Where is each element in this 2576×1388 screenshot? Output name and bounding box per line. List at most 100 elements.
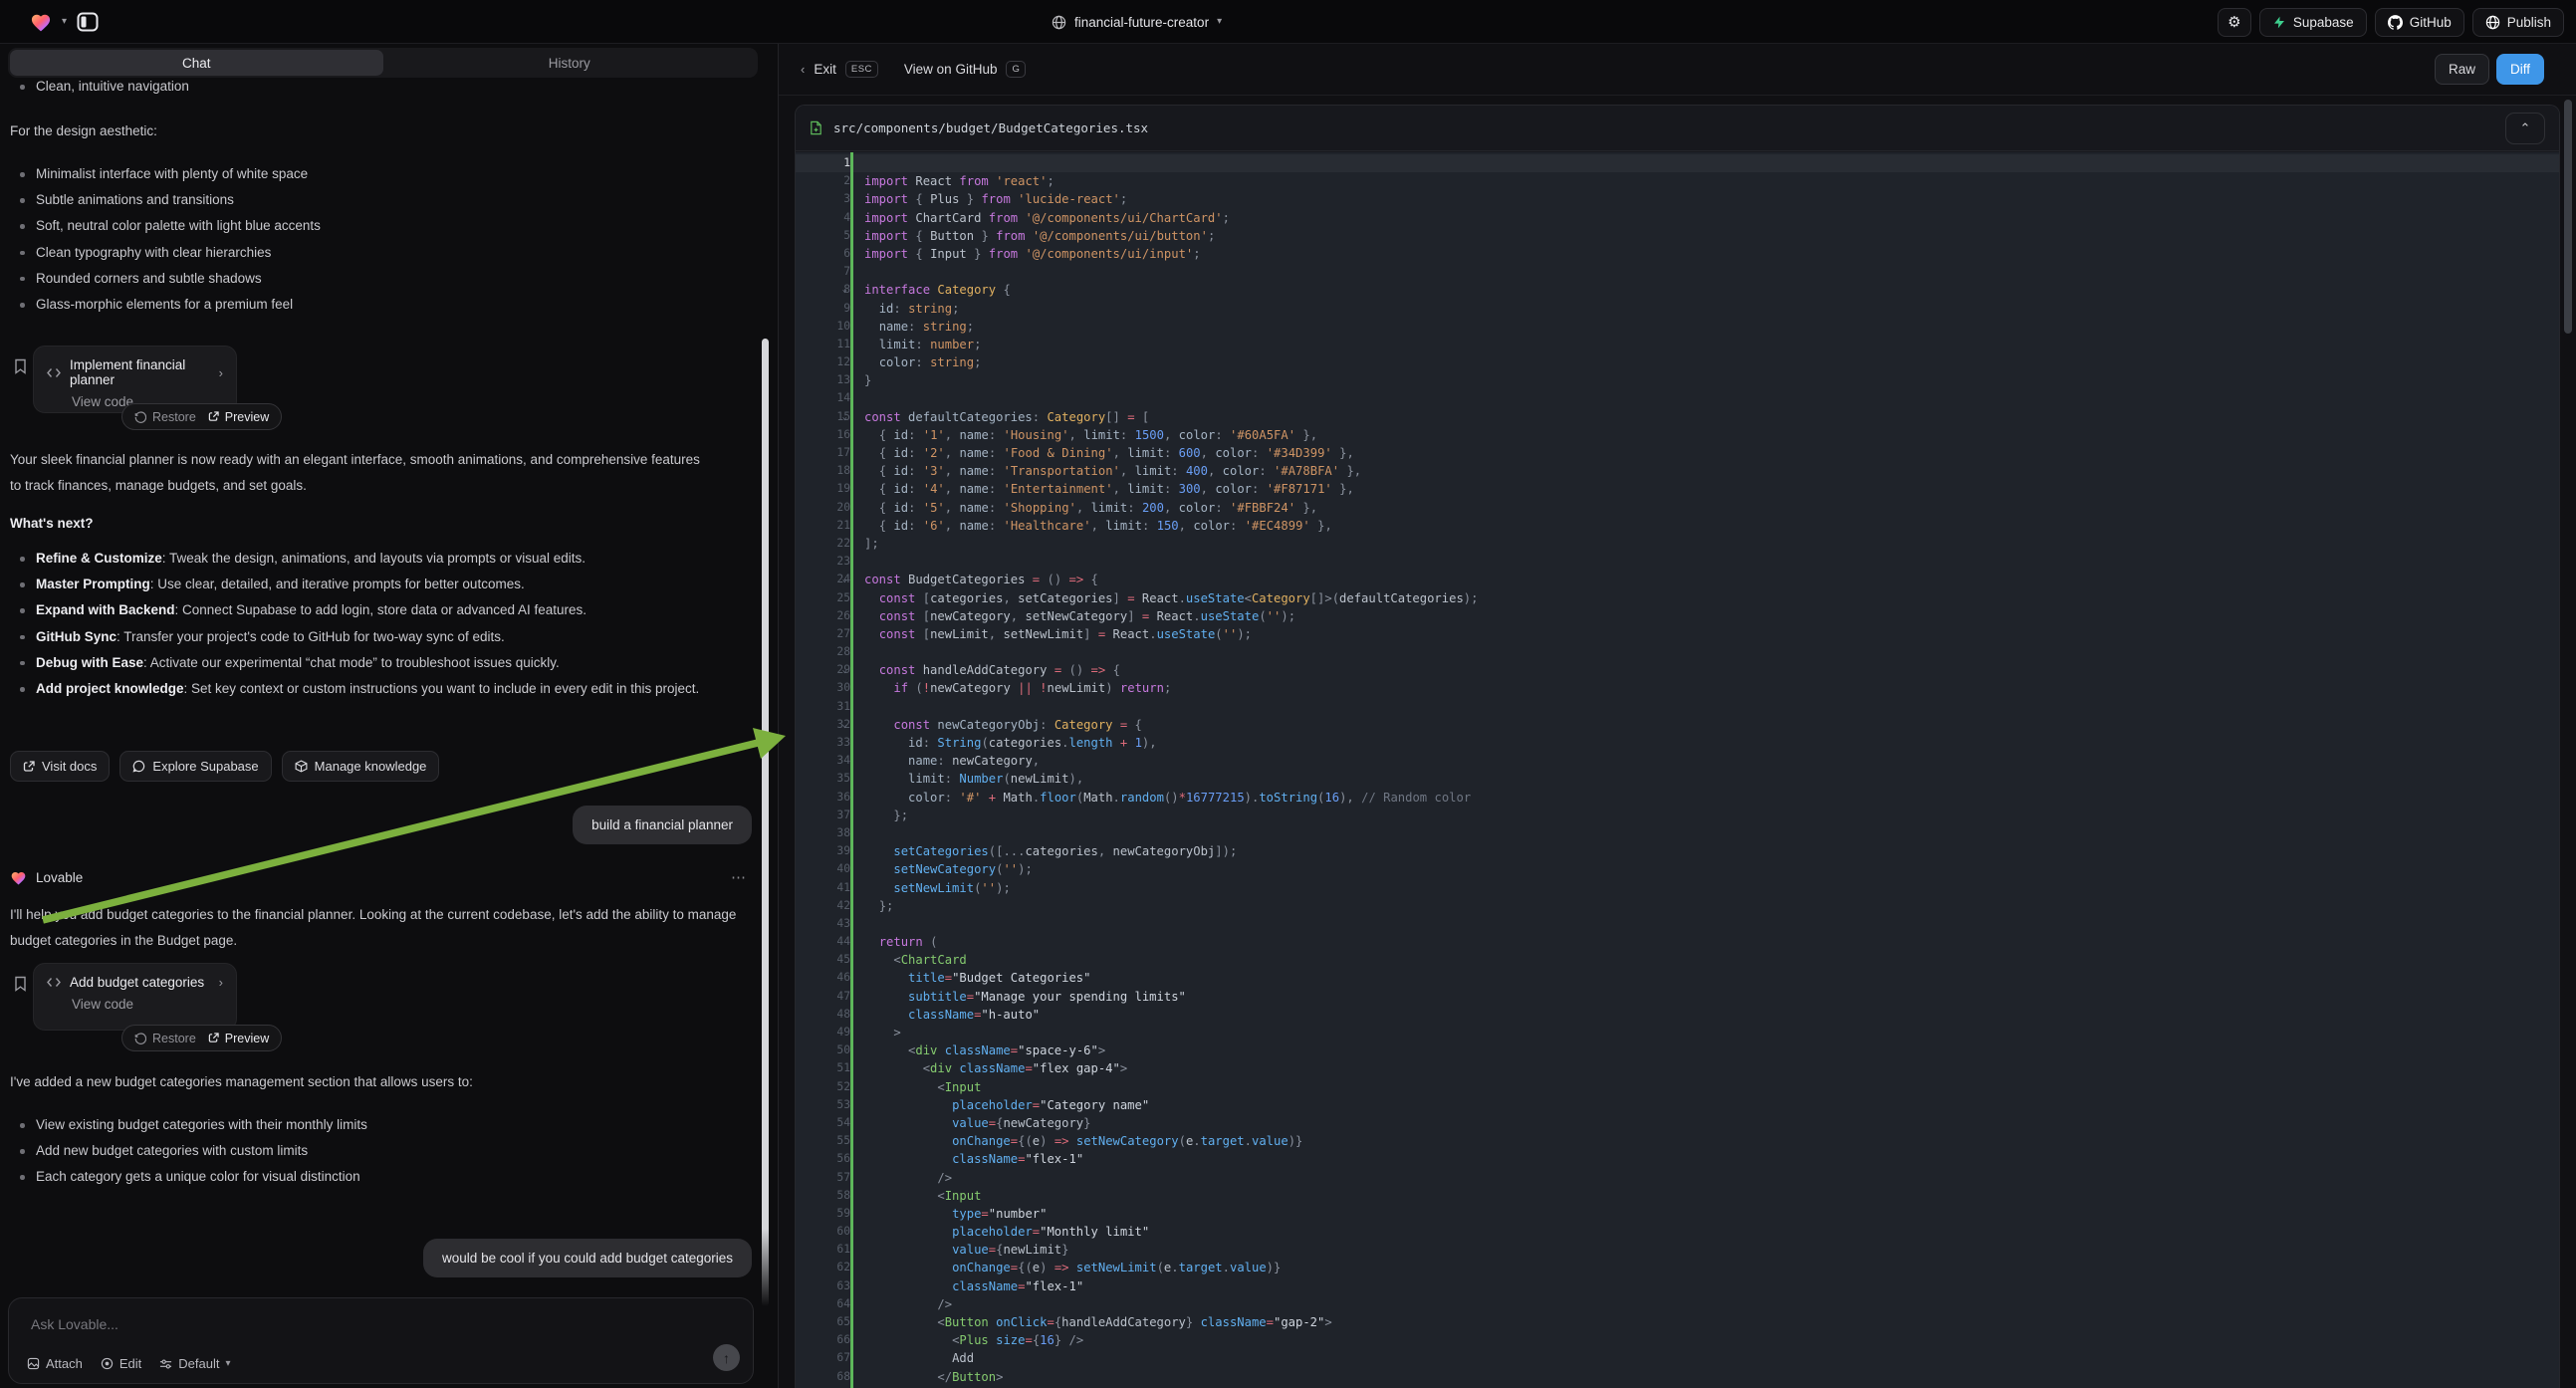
code-line: 4import ChartCard from '@/components/ui/…	[796, 209, 2559, 227]
fold-chevron-icon[interactable]: ⌄	[842, 661, 847, 679]
code-scrollbar[interactable]	[2564, 100, 2572, 334]
code-line: 56 className="flex-1"	[796, 1150, 2559, 1168]
code-line: 2import React from 'react';	[796, 172, 2559, 190]
raw-toggle-button[interactable]: Raw	[2435, 54, 2489, 85]
code-line: 64 />	[796, 1295, 2559, 1313]
bookmark-icon[interactable]	[14, 976, 27, 992]
file-card: src/components/budget/BudgetCategories.t…	[795, 105, 2560, 1388]
version-card-add-budget-categories[interactable]: Add budget categories › View code	[33, 963, 237, 1031]
code-line: 50 <div className="space-y-6">	[796, 1041, 2559, 1059]
code-line: 49 >	[796, 1024, 2559, 1041]
package-icon	[295, 760, 308, 773]
sliders-icon	[159, 1358, 172, 1370]
code-line: 9 id: string;	[796, 300, 2559, 318]
code-line: 21 { id: '6', name: 'Healthcare', limit:…	[796, 517, 2559, 535]
chevron-left-icon: ‹	[801, 63, 805, 76]
code-line: 11 limit: number;	[796, 336, 2559, 353]
top-bar: ▾ financial-future-creator ▾ ⚙	[0, 0, 2576, 44]
chevron-up-icon: ⌃	[2520, 120, 2531, 136]
code-line: 44 return (	[796, 933, 2559, 951]
code-line: 20 { id: '5', name: 'Shopping', limit: 2…	[796, 499, 2559, 517]
code-line: 10 name: string;	[796, 318, 2559, 336]
preview-button[interactable]: Preview	[208, 1032, 269, 1045]
code-line: 25 const [categories, setCategories] = R…	[796, 589, 2559, 607]
code-line: 54 value={newCategory}	[796, 1114, 2559, 1132]
code-line: 65 <Button onClick={handleAddCategory} c…	[796, 1313, 2559, 1331]
view-code-link[interactable]: View code	[72, 997, 223, 1012]
restore-button[interactable]: Restore	[134, 410, 196, 424]
preview-button[interactable]: Preview	[208, 410, 269, 424]
lovable-logo-icon[interactable]	[30, 12, 52, 32]
code-line: 17 { id: '2', name: 'Food & Dining', lim…	[796, 444, 2559, 462]
collapse-file-button[interactable]: ⌃	[2505, 113, 2545, 144]
logo-chevron-down-icon[interactable]: ▾	[62, 17, 67, 27]
code-line: 53 placeholder="Category name"	[796, 1096, 2559, 1114]
code-line: 42 };	[796, 897, 2559, 915]
message-menu-icon[interactable]: ⋯	[731, 868, 748, 886]
restore-button[interactable]: Restore	[134, 1032, 196, 1045]
list-item: Debug with Ease: Activate our experiment…	[10, 650, 738, 676]
manage-knowledge-button[interactable]: Manage knowledge	[282, 751, 440, 782]
settings-button[interactable]: ⚙	[2218, 8, 2251, 37]
tab-history[interactable]: History	[383, 50, 757, 76]
added-bullet-list: View existing budget categories with the…	[10, 1112, 744, 1191]
bookmark-icon[interactable]	[14, 358, 27, 374]
code-line: 57 />	[796, 1169, 2559, 1187]
code-line: 34 name: newCategory,	[796, 752, 2559, 770]
chevron-right-icon: ›	[219, 976, 223, 989]
supabase-button[interactable]: Supabase	[2259, 8, 2367, 37]
list-item: Expand with Backend: Connect Supabase to…	[10, 597, 738, 623]
view-on-github-button[interactable]: View on GitHub G	[904, 61, 1026, 78]
fold-chevron-icon[interactable]: ⌄	[842, 716, 847, 734]
user-message: build a financial planner	[573, 806, 752, 844]
ready-paragraph: Your sleek financial planner is now read…	[10, 447, 708, 499]
github-button[interactable]: GitHub	[2375, 8, 2464, 37]
code-line: 59 type="number"	[796, 1205, 2559, 1223]
code-line: 45 <ChartCard	[796, 951, 2559, 969]
explore-supabase-button[interactable]: Explore Supabase	[119, 751, 271, 782]
code-line: 58 <Input	[796, 1187, 2559, 1205]
diff-toggle-button[interactable]: Diff	[2496, 54, 2544, 85]
file-header[interactable]: src/components/budget/BudgetCategories.t…	[796, 106, 2559, 151]
chat-scrollbar[interactable]	[762, 339, 769, 1306]
code-line: 51 <div className="flex gap-4">	[796, 1059, 2559, 1077]
edit-mode-button[interactable]: Edit	[101, 1356, 141, 1371]
code-line: 48 className="h-auto"	[796, 1006, 2559, 1024]
file-path: src/components/budget/BudgetCategories.t…	[833, 120, 1148, 135]
prompt-input[interactable]: Ask Lovable... Attach Edit Default ▾ ↑	[8, 1297, 754, 1384]
code-line: 36 color: '#' + Math.floor(Math.random()…	[796, 789, 2559, 807]
list-item: Rounded corners and subtle shadows	[10, 266, 744, 292]
code-line: 16 { id: '1', name: 'Housing', limit: 15…	[796, 426, 2559, 444]
target-icon	[101, 1357, 114, 1370]
fold-chevron-icon[interactable]: ⌄	[842, 281, 847, 299]
code-line: 40 setNewCategory('');	[796, 860, 2559, 878]
design-bullet-list: Minimalist interface with plenty of whit…	[10, 161, 744, 318]
visit-docs-button[interactable]: Visit docs	[10, 751, 110, 782]
code-panel: ‹ Exit ESC View on GitHub G Raw Diff src…	[778, 44, 2576, 1388]
tab-chat[interactable]: Chat	[10, 50, 383, 76]
restore-preview-pill: Restore Preview	[121, 403, 282, 430]
code-line: 22];	[796, 535, 2559, 553]
fold-chevron-icon[interactable]: ⌄	[842, 571, 847, 588]
user-message: would be cool if you could add budget ca…	[423, 1239, 752, 1277]
attach-button[interactable]: Attach	[27, 1356, 83, 1371]
quick-actions-row: Visit docs Explore Supabase Manage knowl…	[10, 751, 439, 782]
code-line: 61 value={newLimit}	[796, 1241, 2559, 1259]
project-switcher[interactable]: financial-future-creator ▾	[1052, 0, 1222, 44]
code-line: 12 color: string;	[796, 353, 2559, 371]
fold-chevron-icon[interactable]: ⌄	[842, 408, 847, 426]
model-selector[interactable]: Default ▾	[159, 1356, 230, 1371]
code-line: 29⌄ const handleAddCategory = () => {	[796, 661, 2559, 679]
send-button[interactable]: ↑	[713, 1344, 740, 1371]
project-name: financial-future-creator	[1074, 15, 1209, 30]
code-line: 37 };	[796, 807, 2559, 824]
version-card-title: Add budget categories	[70, 975, 210, 990]
sidebar-toggle-icon[interactable]	[77, 12, 99, 32]
code-line: 19 { id: '4', name: 'Entertainment', lim…	[796, 480, 2559, 498]
g-kbd: G	[1006, 61, 1026, 78]
publish-button[interactable]: Publish	[2472, 8, 2564, 37]
supabase-bolt-icon	[2272, 15, 2286, 30]
code-line: 67 Add	[796, 1349, 2559, 1367]
assistant-header: Lovable ⋯	[10, 868, 748, 886]
exit-button[interactable]: ‹ Exit ESC	[801, 61, 878, 78]
